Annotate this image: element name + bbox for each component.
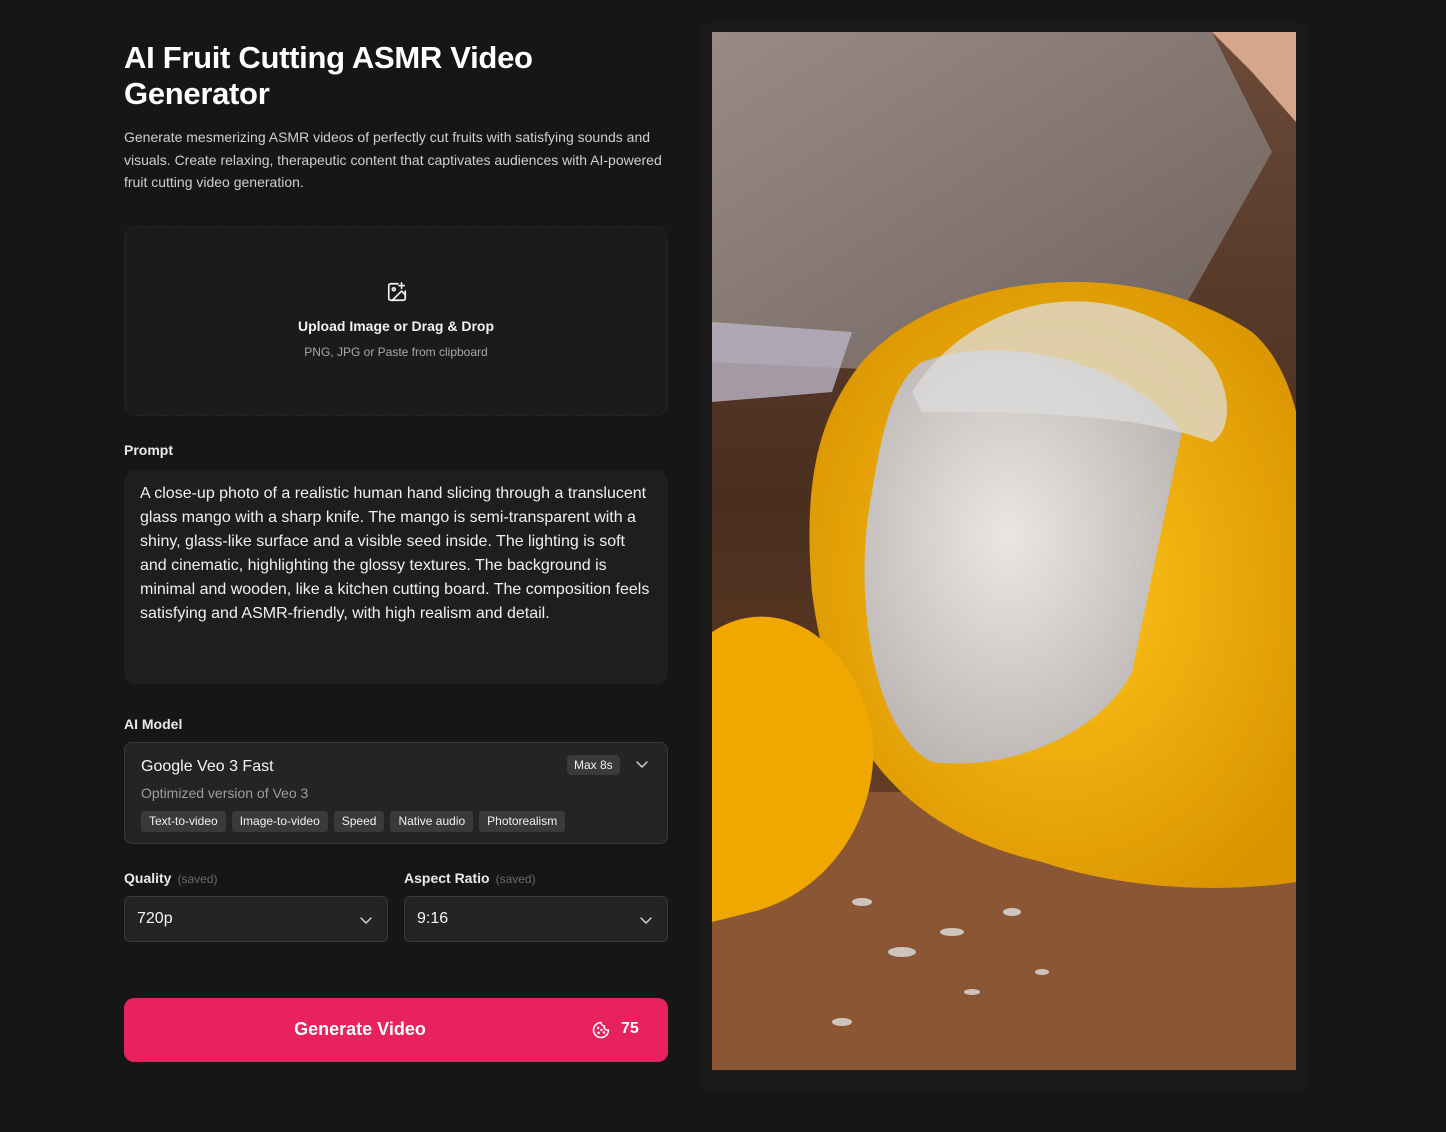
quality-label-text: Quality <box>124 870 172 886</box>
upload-title: Upload Image or Drag & Drop <box>297 318 495 334</box>
chevron-down-icon <box>636 761 648 768</box>
quality-select[interactable]: 720p <box>124 896 388 942</box>
quality-saved-note: (saved) <box>177 872 218 886</box>
aspect-ratio-label-text: Aspect Ratio <box>404 870 490 886</box>
model-tag: Photorealism <box>479 811 566 832</box>
aspect-ratio-select[interactable]: 9:16 <box>404 896 668 942</box>
model-tag: Native audio <box>390 811 474 832</box>
preview-image <box>712 32 1296 1070</box>
model-subtitle: Optimized version of Veo 3 <box>141 785 309 801</box>
max-duration-badge: Max 8s <box>567 755 620 775</box>
model-tag: Text-to-video <box>141 811 226 832</box>
model-select[interactable]: Google Veo 3 Fast Optimized version of V… <box>124 742 668 844</box>
chevron-down-icon <box>640 917 652 924</box>
page-title: AI Fruit Cutting ASMR Video Generator <box>124 40 533 111</box>
generator-panel: AI Fruit Cutting ASMR Video Generator Ge… <box>124 40 668 1062</box>
model-tag: Speed <box>333 811 385 832</box>
credit-cost: 75 <box>621 1020 639 1037</box>
aspect-ratio-saved-note: (saved) <box>495 872 536 886</box>
model-name: Google Veo 3 Fast <box>141 758 274 775</box>
quality-value: 720p <box>137 910 173 927</box>
page-description: Generate mesmerizing ASMR videos of perf… <box>124 129 662 190</box>
page: AI Fruit Cutting ASMR Video Generator Ge… <box>0 0 1446 1132</box>
model-tag: Image-to-video <box>231 811 328 832</box>
model-tags: Text-to-video Image-to-video Speed Nativ… <box>141 811 566 832</box>
generate-video-button[interactable]: Generate Video 75 <box>124 998 668 1062</box>
upload-subtitle: PNG, JPG or Paste from clipboard <box>304 345 488 359</box>
aspect-ratio-value: 9:16 <box>417 910 449 927</box>
quality-label: Quality (saved) <box>124 870 217 886</box>
generate-video-label: Generate Video <box>294 1019 426 1039</box>
image-upload-dropzone[interactable]: Upload Image or Drag & Drop PNG, JPG or … <box>124 226 668 416</box>
prompt-textarea[interactable]: A close-up photo of a realistic human ha… <box>124 470 668 684</box>
example-video-preview <box>712 32 1296 1070</box>
prompt-label: Prompt <box>124 442 173 458</box>
image-plus-icon <box>387 282 407 302</box>
chevron-down-icon <box>360 917 372 924</box>
aspect-ratio-label: Aspect Ratio (saved) <box>404 870 536 886</box>
model-label: AI Model <box>124 716 183 732</box>
cookie-icon <box>592 1021 610 1039</box>
